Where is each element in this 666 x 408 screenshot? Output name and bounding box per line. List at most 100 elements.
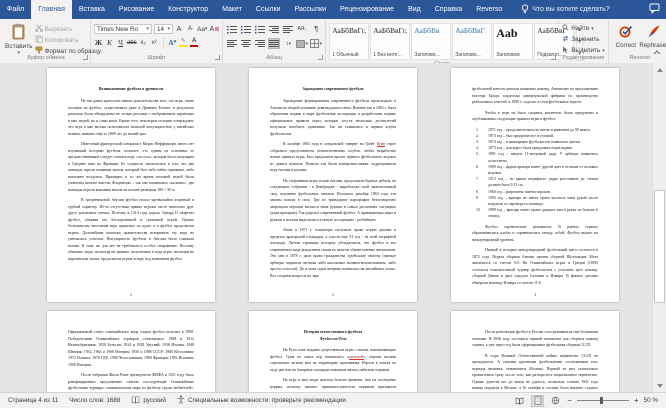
style-label: Заголово... xyxy=(455,52,481,58)
find-button[interactable]: Найти ▾ xyxy=(562,24,605,33)
align-left-icon[interactable] xyxy=(226,38,238,49)
zoom-out-button[interactable]: − xyxy=(567,396,572,405)
paragraph: На Руси тоже издавна существовали игры с… xyxy=(270,348,396,372)
pilcrow-icon[interactable]: ¶ xyxy=(310,24,322,35)
align-center-icon[interactable] xyxy=(240,38,252,49)
shading-icon[interactable]: ▾ xyxy=(296,38,308,49)
italic-button[interactable]: К xyxy=(105,38,114,48)
line-spacing-icon[interactable]: ↕ ▾ xyxy=(282,38,294,49)
clear-formatting-button[interactable]: А xyxy=(210,24,220,34)
tab-Вставка[interactable]: Вставка xyxy=(72,0,112,19)
vertical-scrollbar[interactable] xyxy=(652,63,666,392)
style-card-1[interactable]: АаБбВвГг, 1 Без инте... xyxy=(370,23,411,60)
ribbon: Вставить ▾ Вырезать Копировать Формат по… xyxy=(0,19,666,67)
grow-font-button[interactable]: Аˆ xyxy=(175,24,184,34)
zoom-slider-thumb[interactable] xyxy=(600,397,604,404)
editing-group-label: Редактирование xyxy=(562,55,605,61)
paragraph: Чтобы в игре не было спорных моментов, б… xyxy=(472,110,598,122)
print-layout-button[interactable] xyxy=(531,394,545,407)
style-card-2[interactable]: АаБбВв Заголово... xyxy=(411,23,452,60)
font-family-select[interactable]: Times New Ro ▾ xyxy=(94,24,152,34)
paste-button[interactable]: Вставить ▾ xyxy=(5,21,33,56)
borders-icon[interactable]: ▾ xyxy=(310,38,322,49)
style-preview: АаБбВвГ xyxy=(455,26,485,35)
text-effects-button[interactable]: А ▾ xyxy=(168,38,177,48)
shrink-font-button[interactable]: Аˇ xyxy=(186,24,195,34)
page-heading: Зарождение современного футбола xyxy=(302,87,364,91)
styles-dialog-launcher[interactable] xyxy=(551,55,557,60)
page-indicator[interactable]: Страница 4 из 11 xyxy=(8,397,58,404)
style-card-0[interactable]: АаБбВвГг, 1 Обычный xyxy=(329,23,370,60)
document-page-4[interactable]: футбольной юности решали капитаны команд… xyxy=(451,68,619,302)
accessibility-status[interactable]: Специальные возможности: проверьте реком… xyxy=(177,395,346,406)
bold-button[interactable]: Ж xyxy=(94,38,103,48)
read-mode-button[interactable] xyxy=(513,395,526,407)
select-button[interactable]: Выделить ▾ xyxy=(562,46,605,55)
superscript-button[interactable]: x² xyxy=(150,38,159,48)
tab-Reverso[interactable]: Reverso xyxy=(469,0,509,19)
bullets-icon[interactable] xyxy=(226,24,238,35)
document-page-6[interactable]: История отечественного футбола Футбол на … xyxy=(249,311,417,392)
replace-button[interactable]: Заменить xyxy=(562,35,605,44)
paragraph-dialog-launcher[interactable] xyxy=(318,55,324,60)
sort-icon[interactable]: АЯ ↓ xyxy=(296,24,308,35)
paragraph: Лишь в 1871 г. голкиперы получили право … xyxy=(270,228,396,278)
clipboard-dialog-launcher[interactable] xyxy=(83,55,88,60)
page-heading: История отечественного футбола xyxy=(303,330,363,334)
tell-me-label: Что вы хотите сделать? xyxy=(532,6,610,13)
tab-Рисование[interactable]: Рисование xyxy=(112,0,161,19)
document-page-2[interactable]: Возникновение футбола в древности Не так … xyxy=(47,68,215,302)
change-case-button[interactable]: Аа ▾ xyxy=(197,24,208,34)
tab-Ссылки[interactable]: Ссылки xyxy=(249,0,288,19)
highlight-button[interactable]: ✎ xyxy=(179,38,188,48)
accessibility-icon xyxy=(177,395,185,406)
font-family-value: Times New Ro xyxy=(97,25,139,33)
tab-Главная[interactable]: Главная xyxy=(31,0,72,19)
scroll-down-icon[interactable] xyxy=(654,380,665,391)
word-count[interactable]: Число слов: 1688 xyxy=(69,397,120,404)
paragraph: В средневековой Англии футбол носил чрез… xyxy=(68,198,194,261)
tell-me-box[interactable]: Что вы хотите сделать? xyxy=(521,0,610,19)
zoom-slider[interactable] xyxy=(576,397,629,404)
strikethrough-button[interactable]: abc xyxy=(127,38,137,48)
style-card-4[interactable]: Aab Заголовок xyxy=(493,23,534,60)
zoom-in-button[interactable]: + xyxy=(634,396,639,405)
subscript-button[interactable]: x₂ xyxy=(139,38,148,48)
font-size-select[interactable]: 14 ▾ xyxy=(154,24,173,34)
increase-indent-icon[interactable] xyxy=(282,24,294,35)
tab-Справка[interactable]: Справка xyxy=(428,0,469,19)
clipboard-group: Вставить ▾ Вырезать Копировать Формат по… xyxy=(2,20,101,63)
font-color-button[interactable]: А xyxy=(190,38,199,48)
numbering-icon[interactable] xyxy=(240,24,252,35)
tab-Макет[interactable]: Макет xyxy=(215,0,249,19)
page-number: 4 xyxy=(534,293,536,297)
document-page-7[interactable]: После революции футбол в России стал раз… xyxy=(451,311,619,392)
tab-Рецензирование[interactable]: Рецензирование xyxy=(333,0,401,19)
document-page-5[interactable]: Официальный статус олимпийского вида спо… xyxy=(47,311,215,392)
proofing-status[interactable]: русский xyxy=(131,395,166,406)
align-right-icon[interactable] xyxy=(254,38,266,49)
tab-Вид[interactable]: Вид xyxy=(401,0,428,19)
tab-Рассылки[interactable]: Рассылки xyxy=(288,0,333,19)
document-page-3[interactable]: Зарождение современного футбола Зарождени… xyxy=(249,68,417,302)
style-preview: Aab xyxy=(496,26,518,40)
style-preview: АаБбВв xyxy=(414,26,440,35)
multilevel-list-icon[interactable] xyxy=(254,24,266,35)
style-label: 1 Без инте... xyxy=(373,52,402,58)
tab-Файл[interactable]: Файл xyxy=(0,0,31,19)
comments-icon[interactable] xyxy=(649,3,660,16)
paragraph: В годы Великой Отечественной войны перве… xyxy=(472,353,598,391)
list-item: 6. 1909 год – форма вратаря имеет другой … xyxy=(476,164,598,175)
justify-icon[interactable] xyxy=(268,38,281,49)
scrollbar-thumb[interactable] xyxy=(654,190,665,303)
underline-button[interactable]: Ч xyxy=(116,38,125,48)
tab-Конструктор[interactable]: Конструктор xyxy=(161,0,215,19)
web-layout-button[interactable] xyxy=(549,395,562,407)
scroll-up-icon[interactable] xyxy=(654,64,665,75)
collapse-ribbon-icon[interactable] xyxy=(653,42,661,60)
decrease-indent-icon[interactable] xyxy=(268,24,280,35)
style-card-3[interactable]: АаБбВвГ Заголово... xyxy=(452,23,493,60)
reverso-correct-button[interactable]: Correct xyxy=(613,24,639,49)
zoom-level[interactable]: 50 % xyxy=(644,397,658,404)
font-dialog-launcher[interactable] xyxy=(215,55,221,60)
